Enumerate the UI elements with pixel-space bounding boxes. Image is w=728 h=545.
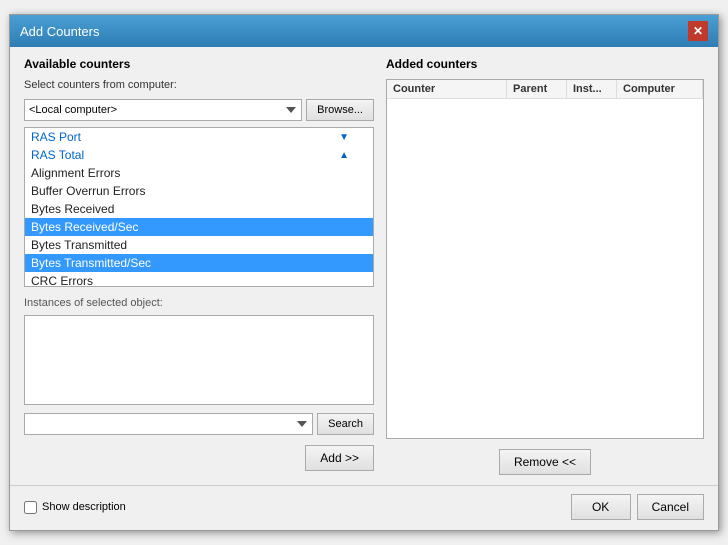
show-description-checkbox[interactable] <box>24 501 37 514</box>
table-body <box>387 99 703 438</box>
instances-label: Instances of selected object: <box>24 297 374 309</box>
counter-item-bytes-transmitted[interactable]: Bytes Transmitted <box>25 236 373 254</box>
right-panel: Added counters Counter Parent Inst... Co… <box>386 57 704 475</box>
show-description-label[interactable]: Show description <box>42 501 126 513</box>
table-header: Counter Parent Inst... Computer <box>387 80 703 99</box>
cancel-button[interactable]: Cancel <box>637 494 704 520</box>
computer-select[interactable]: <Local computer> <box>24 99 302 121</box>
add-button[interactable]: Add >> <box>305 445 374 471</box>
added-counters-table: Counter Parent Inst... Computer <box>386 79 704 439</box>
col-parent: Parent <box>507 80 567 98</box>
add-row: Add >> <box>24 445 374 471</box>
col-counter: Counter <box>387 80 507 98</box>
dialog-content: Available counters Select counters from … <box>10 47 718 485</box>
counters-list[interactable]: RAS Port ▼ RAS Total ▲ Alignment Errors … <box>24 127 374 287</box>
computer-row: <Local computer> Browse... <box>24 99 374 121</box>
col-computer: Computer <box>617 80 703 98</box>
browse-button[interactable]: Browse... <box>306 99 374 121</box>
dialog-footer: Show description OK Cancel <box>10 485 718 530</box>
counter-item-alignment-errors[interactable]: Alignment Errors <box>25 164 373 182</box>
select-computer-label: Select counters from computer: <box>24 79 374 91</box>
counter-item-crc-errors[interactable]: CRC Errors <box>25 272 373 287</box>
added-counters-title: Added counters <box>386 57 704 71</box>
remove-row: Remove << <box>386 449 704 475</box>
counter-item-bytes-transmitted-sec[interactable]: Bytes Transmitted/Sec <box>25 254 373 272</box>
search-button[interactable]: Search <box>317 413 374 435</box>
search-row: Search <box>24 413 374 435</box>
instances-box[interactable] <box>24 315 374 405</box>
available-counters-title: Available counters <box>24 57 374 71</box>
close-button[interactable]: ✕ <box>688 21 708 41</box>
show-description-row: Show description <box>24 501 126 514</box>
counter-item-bytes-received[interactable]: Bytes Received <box>25 200 373 218</box>
remove-button[interactable]: Remove << <box>499 449 591 475</box>
dialog-title: Add Counters <box>20 24 100 39</box>
left-panel: Available counters Select counters from … <box>24 57 374 475</box>
ok-button[interactable]: OK <box>571 494 631 520</box>
add-counters-dialog: Add Counters ✕ Available counters Select… <box>9 14 719 531</box>
counter-item-bytes-received-sec[interactable]: Bytes Received/Sec <box>25 218 373 236</box>
search-select[interactable] <box>24 413 313 435</box>
col-instance: Inst... <box>567 80 617 98</box>
footer-buttons: OK Cancel <box>571 494 704 520</box>
counter-item-buffer-overrun-errors[interactable]: Buffer Overrun Errors <box>25 182 373 200</box>
counter-group-ras-total[interactable]: RAS Total ▲ <box>25 146 373 164</box>
counter-group-ras-port[interactable]: RAS Port ▼ <box>25 128 373 146</box>
title-bar: Add Counters ✕ <box>10 15 718 47</box>
